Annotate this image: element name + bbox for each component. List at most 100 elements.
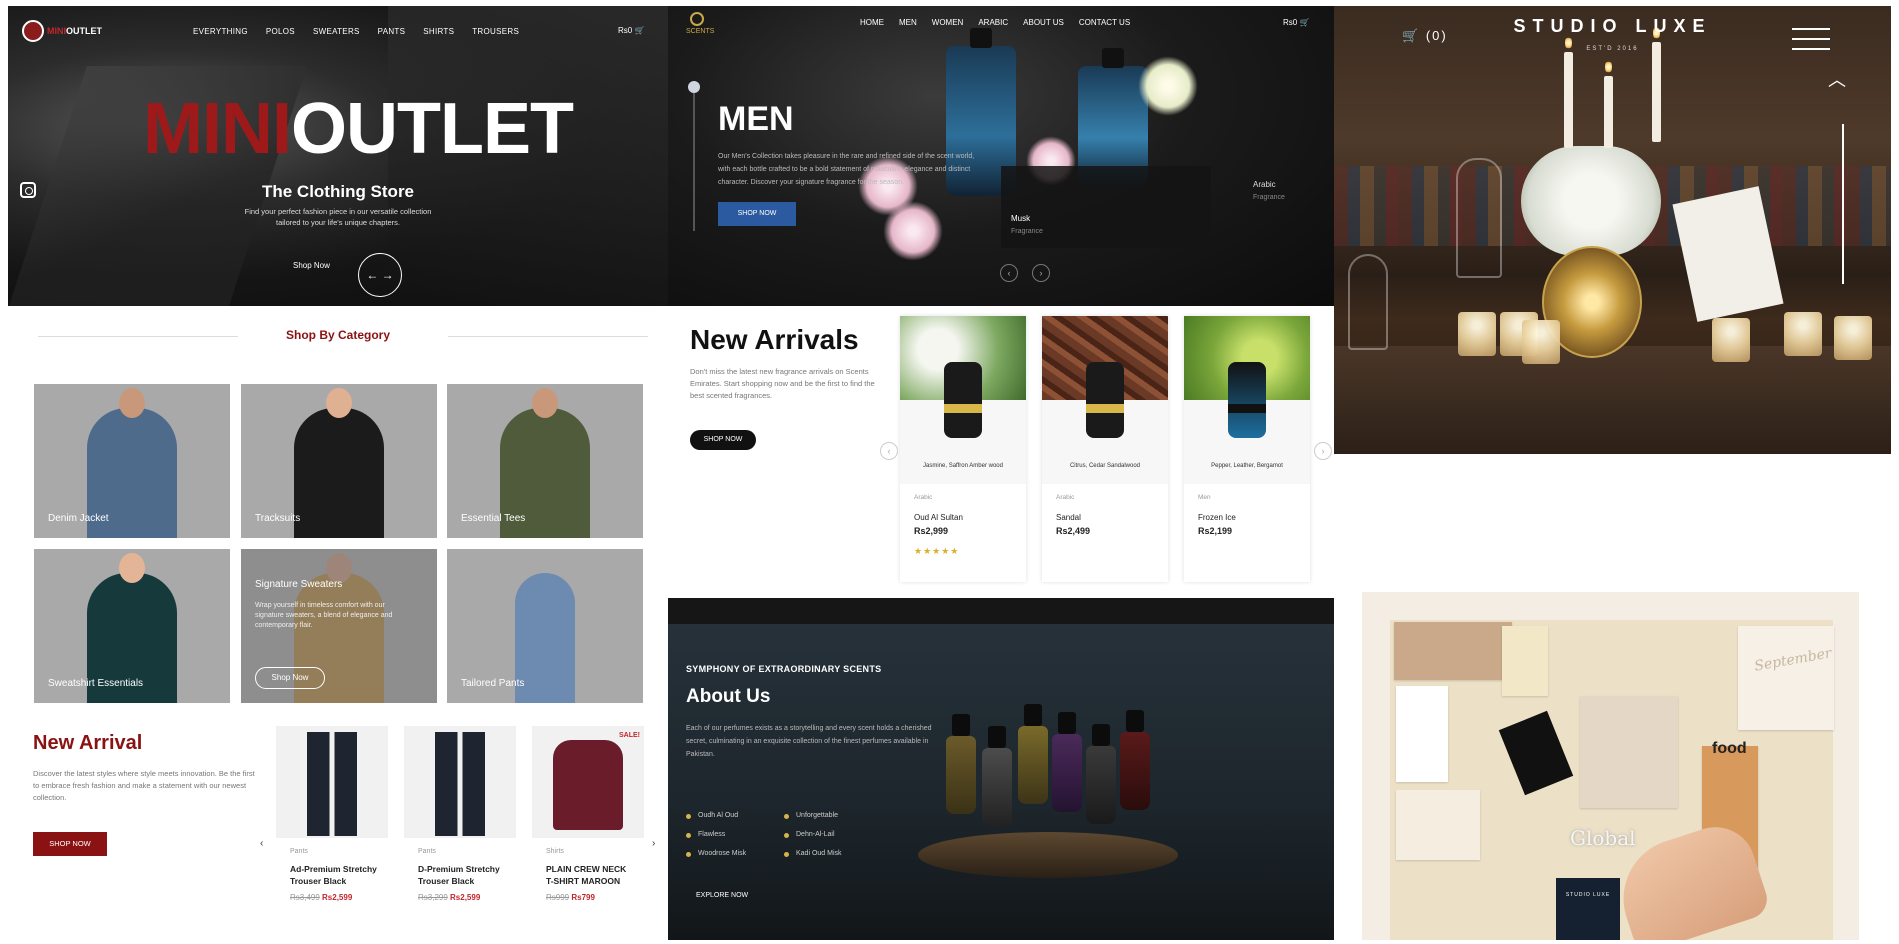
next-slide-icon[interactable]: › bbox=[1032, 264, 1050, 282]
product-notes: Pepper, Leather, Bergamot bbox=[1211, 463, 1283, 469]
prev-slide-icon[interactable]: ‹ bbox=[1000, 264, 1018, 282]
product-name[interactable]: Sandal bbox=[1056, 513, 1168, 522]
nav-item[interactable]: MEN bbox=[899, 18, 917, 27]
site-logo[interactable]: SCENTS bbox=[686, 12, 714, 40]
votive-candle-image bbox=[1834, 316, 1872, 360]
new-arrivals-title: New Arrivals bbox=[690, 324, 859, 355]
business-card-text: STUDIO LUXE bbox=[1565, 892, 1611, 898]
product-card[interactable]: SALE! Shirts PLAIN CREW NECK T-SHIRT MAR… bbox=[532, 726, 644, 936]
product-category: Arabic bbox=[1056, 494, 1075, 501]
perfume-bottle-image bbox=[1018, 704, 1048, 804]
candle-image bbox=[1564, 52, 1573, 148]
product-name[interactable]: Oud Al Sultan bbox=[914, 513, 1026, 522]
product-price: Rs2,199 bbox=[1198, 526, 1233, 536]
nav-item[interactable]: ABOUT US bbox=[1023, 18, 1064, 27]
hamburger-menu-icon[interactable] bbox=[1792, 28, 1830, 50]
nav-item[interactable]: CONTACT US bbox=[1079, 18, 1130, 27]
product-price: Rs3,299 Rs2,599 bbox=[418, 893, 516, 902]
logo-text-a: MINI bbox=[47, 26, 66, 36]
product-category: Men bbox=[1198, 494, 1211, 501]
hero-shop-button[interactable]: SHOP NOW bbox=[718, 202, 796, 226]
scroll-up-icon[interactable]: ︿ bbox=[1828, 66, 1846, 92]
category-tile-sweatshirts[interactable]: Sweatshirt Essentials bbox=[34, 549, 230, 703]
explore-now-link[interactable]: EXPLORE NOW bbox=[696, 892, 748, 899]
category-tile-tees[interactable]: Essential Tees bbox=[447, 384, 643, 538]
carousel-next-icon[interactable]: › bbox=[652, 838, 655, 849]
product-price: Rs2,499 bbox=[1056, 526, 1091, 536]
nav-item[interactable]: WOMEN bbox=[932, 18, 964, 27]
scents-site: SCENTS HOME MEN WOMEN ARABIC ABOUT US CO… bbox=[668, 6, 1334, 940]
featured-card[interactable]: Musk Fragrance bbox=[1001, 166, 1211, 248]
board-label-global: Global bbox=[1570, 826, 1636, 850]
note-item: Flawless bbox=[686, 831, 784, 838]
nav-item[interactable]: PANTS bbox=[378, 27, 406, 36]
product-name[interactable]: Frozen Ice bbox=[1198, 513, 1310, 522]
category-tile-sweaters[interactable]: Signature Sweaters Wrap yourself in time… bbox=[241, 549, 437, 703]
product-name[interactable]: PLAIN CREW NECK T-SHIRT MAROON bbox=[546, 863, 636, 887]
nav-item[interactable]: ARABIC bbox=[978, 18, 1008, 27]
product-card[interactable]: Pants D-Premium Stretchy Trouser Black R… bbox=[404, 726, 516, 936]
votive-candle-image bbox=[1522, 320, 1560, 364]
category-tile-denim[interactable]: Denim Jacket bbox=[34, 384, 230, 538]
board-label-food: food bbox=[1712, 740, 1747, 757]
fabric-swatch-image bbox=[1580, 696, 1678, 808]
site-logo[interactable]: MINIOUTLET bbox=[22, 20, 102, 42]
cart-button[interactable]: Rs0 🛒 bbox=[1283, 18, 1309, 27]
note-item: Dehn-Al-Lail bbox=[784, 831, 882, 838]
sale-price: Rs2,599 bbox=[450, 893, 481, 902]
note-card-image bbox=[1396, 686, 1448, 782]
nav-item[interactable]: SWEATERS bbox=[313, 27, 360, 36]
product-name[interactable]: D-Premium Stretchy Trouser Black bbox=[418, 863, 508, 887]
product-card[interactable]: Pants Ad-Premium Stretchy Trouser Black … bbox=[276, 726, 388, 936]
new-arrivals-shop-button[interactable]: SHOP NOW bbox=[690, 430, 756, 450]
logo-mark-icon bbox=[22, 20, 44, 42]
overlay-shop-button[interactable]: Shop Now bbox=[255, 667, 325, 689]
hero-title-red: MINI bbox=[143, 89, 292, 169]
paper-scrap-image bbox=[1502, 626, 1548, 696]
note-item: Kadi Oud Misk bbox=[784, 850, 882, 857]
cart-icon: 🛒 bbox=[1299, 18, 1310, 27]
product-name[interactable]: Ad-Premium Stretchy Trouser Black bbox=[290, 863, 380, 887]
old-price: Rs3,499 bbox=[290, 893, 320, 902]
nav-item[interactable]: POLOS bbox=[266, 27, 295, 36]
sale-badge: SALE! bbox=[619, 732, 640, 739]
product-category: Pants bbox=[290, 848, 308, 855]
nav-item[interactable]: SHIRTS bbox=[423, 27, 454, 36]
business-card-image: STUDIO LUXE bbox=[1556, 878, 1620, 940]
nav-item[interactable]: TROUSERS bbox=[472, 27, 519, 36]
carousel-prev-icon[interactable]: ‹ bbox=[260, 838, 263, 849]
note-item: Unforgettable bbox=[784, 812, 882, 819]
new-arrival-shop-button[interactable]: SHOP NOW bbox=[33, 832, 107, 856]
hero-pagination: ‹ › bbox=[1000, 264, 1050, 282]
perfume-bottle-image bbox=[946, 714, 976, 814]
cart-button[interactable]: Rs0 🛒 bbox=[618, 26, 644, 35]
mini-outlet-site: MINIOUTLET EVERYTHING POLOS SWEATERS PAN… bbox=[8, 6, 668, 940]
product-image bbox=[404, 726, 516, 838]
glass-image bbox=[1348, 254, 1388, 350]
logo-text-b: OUTLET bbox=[66, 26, 102, 36]
product-card[interactable]: Citrus, Cedar Sandalwood Arabic Sandal R… bbox=[1042, 316, 1168, 582]
old-price: Rs3,299 bbox=[418, 893, 448, 902]
slide-dot-active[interactable] bbox=[688, 81, 700, 93]
nav-item[interactable]: HOME bbox=[860, 18, 884, 27]
product-card[interactable]: Pepper, Leather, Bergamot Men Frozen Ice… bbox=[1184, 316, 1310, 582]
scent-notes-list: Oudh Al Oud Unforgettable Flawless Dehn-… bbox=[686, 812, 886, 857]
hero-title: MEN bbox=[718, 100, 794, 138]
new-arrival-description: Discover the latest styles where style m… bbox=[33, 769, 255, 802]
side-card-sub: Fragrance bbox=[1253, 194, 1285, 201]
nav-item[interactable]: EVERYTHING bbox=[193, 27, 248, 36]
product-image bbox=[276, 726, 388, 838]
side-card-title[interactable]: Arabic bbox=[1253, 180, 1276, 189]
candle-image bbox=[1604, 76, 1613, 148]
shop-now-link[interactable]: Shop Now bbox=[293, 261, 330, 270]
slider-arrows-icon[interactable]: ← → bbox=[358, 253, 402, 297]
cart-total: Rs0 bbox=[618, 26, 633, 35]
note-item: Oudh Al Oud bbox=[686, 812, 784, 819]
category-tile-pants[interactable]: Tailored Pants bbox=[447, 549, 643, 703]
category-tile-tracksuits[interactable]: Tracksuits bbox=[241, 384, 437, 538]
product-card[interactable]: Jasmine, Saffron Amber wood Arabic Oud A… bbox=[900, 316, 1026, 582]
carousel-next-icon[interactable]: › bbox=[1314, 442, 1332, 460]
about-description: Each of our perfumes exists as a storyte… bbox=[686, 725, 932, 758]
carousel-prev-icon[interactable]: ‹ bbox=[880, 442, 898, 460]
featured-card-title: Musk bbox=[1011, 214, 1031, 223]
